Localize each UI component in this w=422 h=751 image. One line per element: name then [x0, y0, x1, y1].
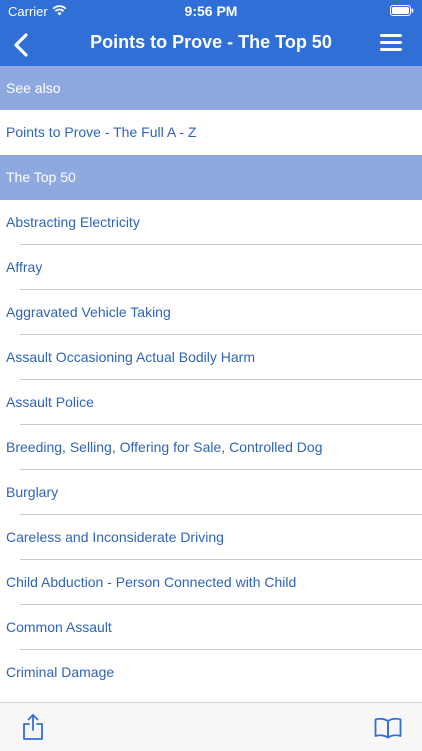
- list-item-label: Aggravated Vehicle Taking: [6, 304, 171, 320]
- share-icon: [23, 714, 43, 740]
- list-item[interactable]: Assault Police: [0, 380, 422, 425]
- list-item-label: The Top 50: [6, 169, 76, 185]
- list-item-label: Affray: [6, 259, 43, 275]
- battery-full-icon: [390, 5, 414, 16]
- list-item-label: Breeding, Selling, Offering for Sale, Co…: [6, 439, 323, 455]
- navigation-bar: Carrier 9:56 PM Points to Prove - The To…: [0, 0, 422, 66]
- share-button[interactable]: [20, 713, 46, 741]
- list-item[interactable]: Abstracting Electricity: [0, 200, 422, 245]
- book-button[interactable]: [374, 717, 402, 739]
- list-item[interactable]: Burglary: [0, 470, 422, 515]
- list-item-label: Points to Prove - The Full A - Z: [6, 124, 197, 140]
- list-item-label: Assault Police: [6, 394, 94, 410]
- menu-button[interactable]: [380, 34, 402, 52]
- status-time: 9:56 PM: [184, 3, 238, 19]
- chevron-left-icon: [14, 33, 28, 57]
- list-item[interactable]: Assault Occasioning Actual Bodily Harm: [0, 335, 422, 380]
- list-item-label: Child Abduction - Person Connected with …: [6, 574, 297, 590]
- list-item[interactable]: Aggravated Vehicle Taking: [0, 290, 422, 335]
- list-item[interactable]: Careless and Inconsiderate Driving: [0, 515, 422, 560]
- page-title: Points to Prove - The Top 50: [90, 32, 332, 52]
- list-item-label: Abstracting Electricity: [6, 214, 140, 230]
- book-icon: [374, 717, 402, 739]
- list-item[interactable]: Affray: [0, 245, 422, 290]
- list-item[interactable]: Common Assault: [0, 605, 422, 650]
- section-header-see-also: See also: [0, 66, 422, 110]
- list-item[interactable]: Child Abduction - Person Connected with …: [0, 560, 422, 605]
- list-item-label: Criminal Damage: [6, 664, 115, 680]
- status-bar: Carrier 9:56 PM: [0, 0, 422, 22]
- list-item[interactable]: Breeding, Selling, Offering for Sale, Co…: [0, 425, 422, 470]
- offence-list: See also Points to Prove - The Full A - …: [0, 66, 422, 702]
- list-item-label: Careless and Inconsiderate Driving: [6, 529, 224, 545]
- back-button[interactable]: [8, 30, 36, 60]
- list-item-label: Common Assault: [6, 619, 112, 635]
- bottom-toolbar: [0, 702, 422, 751]
- list-item-label: Burglary: [6, 484, 59, 500]
- list-item[interactable]: Points to Prove - The Full A - Z: [0, 110, 422, 155]
- list-item-selected[interactable]: The Top 50: [0, 155, 422, 200]
- list-item-label: Assault Occasioning Actual Bodily Harm: [6, 349, 255, 365]
- list-item[interactable]: Criminal Damage: [0, 650, 422, 695]
